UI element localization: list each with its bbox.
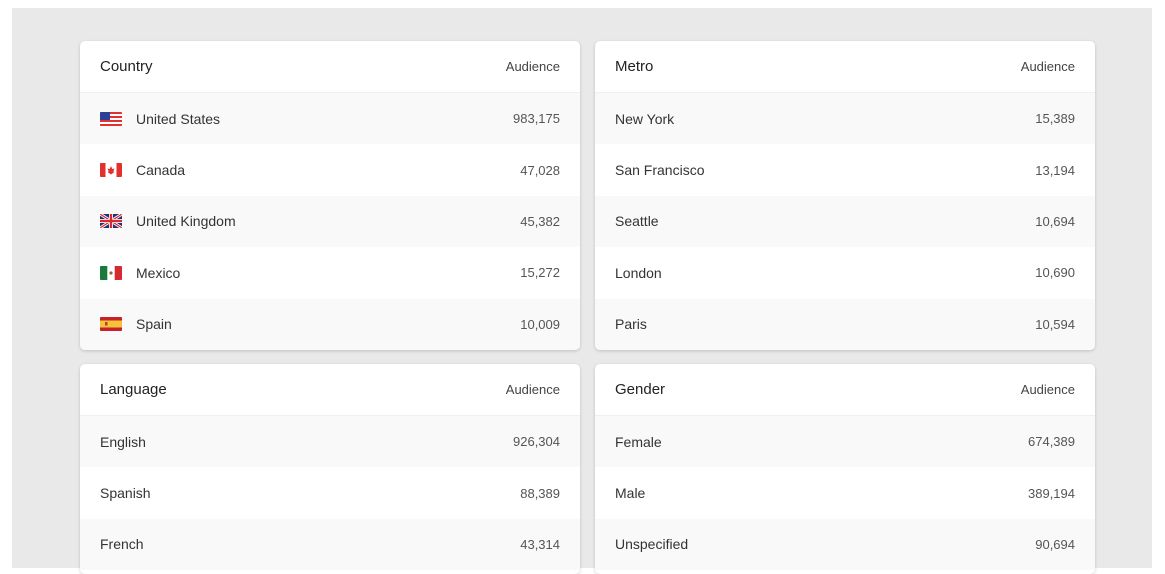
row-label: Mexico [136, 264, 181, 281]
table-row[interactable]: Canada 47,028 [80, 144, 580, 196]
metro-card: Metro Audience New York 15,389 San Franc… [595, 41, 1095, 350]
row-value: 10,594 [1035, 316, 1075, 332]
table-row[interactable]: Spain 10,009 [80, 298, 580, 350]
row-label: Spain [136, 316, 172, 333]
card-header: Gender Audience [595, 364, 1095, 416]
card-title: Language [100, 381, 167, 398]
table-row[interactable]: French 43,314 [80, 518, 580, 571]
row-value: 90,694 [1035, 536, 1075, 552]
row-label: French [100, 536, 144, 553]
row-label: New York [615, 110, 675, 127]
row-value: 10,009 [520, 316, 560, 332]
table-row[interactable]: United Kingdom 45,382 [80, 195, 580, 248]
row-value: 47,028 [520, 162, 560, 178]
metro-list: New York 15,389 San Francisco 13,194 Sea… [595, 93, 1095, 350]
row-label: Paris [615, 316, 647, 333]
row-value: 45,382 [520, 213, 560, 229]
language-card: Language Audience English 926,304 Spanis… [80, 364, 580, 574]
country-list: United States 983,175 Canada 47,028 Unit… [80, 93, 580, 350]
table-row[interactable]: Spanish 88,389 [80, 467, 580, 519]
table-row[interactable]: San Francisco 13,194 [595, 144, 1095, 196]
gender-card: Gender Audience Female 674,389 Male 389,… [595, 364, 1095, 574]
table-row[interactable]: Male 389,194 [595, 467, 1095, 519]
table-row[interactable]: Female 674,389 [595, 416, 1095, 468]
audience-column-header[interactable]: Audience [1021, 59, 1075, 74]
uk-flag-icon [100, 214, 122, 229]
table-row[interactable]: London 10,690 [595, 247, 1095, 299]
audience-column-header[interactable]: Audience [1021, 382, 1075, 397]
row-label: United Kingdom [136, 213, 236, 230]
row-label: Seattle [615, 213, 659, 230]
gender-list: Female 674,389 Male 389,194 Unspecified … [595, 416, 1095, 571]
card-header: Language Audience [80, 364, 580, 416]
mexico-flag-icon [100, 265, 122, 280]
row-value: 674,389 [1028, 434, 1075, 450]
row-label: San Francisco [615, 162, 705, 179]
row-label: Female [615, 433, 662, 450]
table-row[interactable]: New York 15,389 [595, 93, 1095, 145]
row-value: 15,272 [520, 265, 560, 281]
card-title: Metro [615, 58, 654, 75]
table-row[interactable]: Unspecified 90,694 [595, 518, 1095, 571]
row-label: Canada [136, 162, 186, 179]
card-title: Gender [615, 381, 666, 398]
card-header: Country Audience [80, 41, 580, 93]
row-label: English [100, 433, 146, 450]
card-header: Metro Audience [595, 41, 1095, 93]
row-value: 88,389 [520, 485, 560, 501]
row-label: Unspecified [615, 536, 689, 553]
row-value: 13,194 [1035, 162, 1075, 178]
table-row[interactable]: English 926,304 [80, 416, 580, 468]
spain-flag-icon [100, 317, 122, 332]
audience-column-header[interactable]: Audience [506, 382, 560, 397]
row-label: London [615, 264, 662, 281]
row-value: 389,194 [1028, 485, 1075, 501]
row-value: 983,175 [513, 111, 560, 127]
row-label: United States [136, 110, 221, 127]
row-value: 10,694 [1035, 213, 1075, 229]
card-title: Country [100, 58, 153, 75]
canada-flag-icon [100, 163, 122, 178]
row-value: 926,304 [513, 434, 560, 450]
table-row[interactable]: United States 983,175 [80, 93, 580, 145]
row-value: 43,314 [520, 536, 560, 552]
audience-column-header[interactable]: Audience [506, 59, 560, 74]
table-row[interactable]: Seattle 10,694 [595, 195, 1095, 248]
us-flag-icon [100, 111, 122, 126]
row-label: Male [615, 485, 646, 502]
table-row[interactable]: Paris 10,594 [595, 298, 1095, 350]
table-row[interactable]: Mexico 15,272 [80, 247, 580, 299]
row-label: Spanish [100, 485, 151, 502]
language-list: English 926,304 Spanish 88,389 French 43… [80, 416, 580, 571]
row-value: 15,389 [1035, 111, 1075, 127]
row-value: 10,690 [1035, 265, 1075, 281]
country-card: Country Audience United States 983,175 C… [80, 41, 580, 350]
